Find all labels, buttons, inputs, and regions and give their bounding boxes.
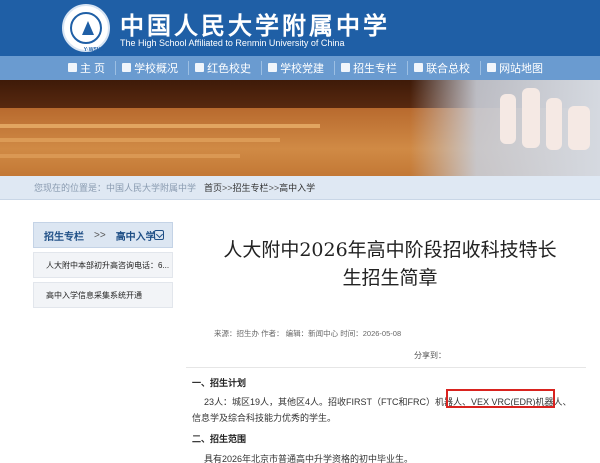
banner-dancer	[546, 98, 562, 150]
logo-emblem: Y·WSHO	[70, 12, 104, 53]
article-title-line: 生招生简章	[342, 267, 438, 289]
section-heading: 二、招生范围	[192, 434, 247, 444]
logo-triangle-icon	[82, 21, 94, 35]
map-icon	[487, 63, 497, 72]
sidebar-header: 招生专栏 >> 高中入学	[33, 222, 173, 248]
breadcrumb-prefix: 您现在的位置是：中国人民大学附属中学	[34, 183, 197, 193]
article-paragraph: 具有2026年北京市普通高中升学资格的初中毕业生。	[204, 454, 414, 463]
nav-item-label: 主 页	[80, 63, 106, 75]
sidebar-separator: >>	[94, 229, 106, 241]
main-nav: 主 页 学校概况 红色校史 学校党建 招生专栏 联合总校 网站地图	[0, 56, 600, 80]
banner-dancer	[522, 88, 540, 148]
banner-dancer	[568, 106, 590, 150]
share-label[interactable]: 分享到：	[414, 350, 446, 361]
article-paragraph: 信息学及综合科技能力优秀的学生。	[192, 413, 337, 423]
breadcrumb-home[interactable]: 首页	[204, 181, 222, 194]
nav-item-party[interactable]: 学校党建	[262, 56, 334, 80]
banner-stage-step	[0, 154, 240, 158]
sidebar-subsection[interactable]: 高中入学	[116, 228, 156, 243]
home-icon	[68, 63, 77, 72]
nav-item-label: 学校概况	[134, 63, 179, 75]
nav-item-label: 红色校史	[207, 63, 252, 75]
breadcrumb-separator: >>	[222, 182, 233, 193]
nav-item-about[interactable]: 学校概况	[116, 56, 188, 80]
section-heading: 一、招生计划	[192, 378, 247, 388]
sidebar-item[interactable]: 人大附中本部初升高咨询电话：6...	[33, 252, 173, 278]
nav-item-label: 网站地图	[499, 63, 544, 75]
nav-item-union[interactable]: 联合总校	[408, 56, 480, 80]
logo-text: Y·WSHO	[83, 47, 105, 53]
banner-dancer	[500, 94, 516, 144]
article-title: 人大附中2026年高中阶段招收科技特长 生招生简章	[200, 236, 580, 292]
nav-item-enrollment[interactable]: 招生专栏	[335, 56, 407, 80]
nav-item-label: 联合总校	[426, 63, 471, 75]
flag-icon	[195, 63, 205, 72]
nav-item-sitemap[interactable]: 网站地图	[481, 56, 553, 80]
banner-stage-step	[0, 124, 320, 128]
nav-item-label: 招生专栏	[353, 63, 398, 75]
info-icon	[122, 63, 132, 72]
nav-item-label: 学校党建	[280, 63, 325, 75]
article-meta: 来源：招生办 作者： 编辑：新闻中心 时间：2026-05-08	[214, 329, 402, 338]
sidebar-section[interactable]: 招生专栏	[44, 228, 84, 243]
school-name-en: The High School Affiliated to Renmin Uni…	[120, 38, 345, 48]
sidebar-item[interactable]: 高中入学信息采集系统开通	[33, 282, 173, 308]
article-title-line: 人大附中2026年高中阶段招收科技特长	[223, 239, 557, 261]
school-icon	[414, 63, 424, 72]
school-logo[interactable]: Y·WSHO	[62, 4, 110, 53]
chevron-down-icon[interactable]	[154, 230, 164, 240]
highlight-box	[446, 389, 555, 408]
article-divider	[186, 367, 586, 368]
school-name-cn: 中国人民大学附属中学	[120, 11, 390, 40]
enroll-icon	[341, 63, 351, 72]
nav-item-history[interactable]: 红色校史	[189, 56, 261, 80]
breadcrumb-current[interactable]: 高中入学	[279, 181, 315, 194]
breadcrumb: 您现在的位置是：中国人民大学附属中学 首页 >> 招生专栏 >> 高中入学	[0, 176, 600, 200]
party-icon	[268, 63, 278, 72]
banner-stage-step	[0, 138, 280, 142]
site-header: Y·WSHO 中国人民大学附属中学 The High School Affili…	[0, 0, 600, 56]
hero-banner	[0, 80, 600, 176]
breadcrumb-separator: >>	[268, 182, 280, 193]
sidebar: 招生专栏 >> 高中入学 人大附中本部初升高咨询电话：6... 高中入学信息采集…	[33, 222, 173, 308]
nav-item-home[interactable]: 主 页	[62, 56, 115, 80]
breadcrumb-enrollment[interactable]: 招生专栏	[233, 181, 269, 194]
